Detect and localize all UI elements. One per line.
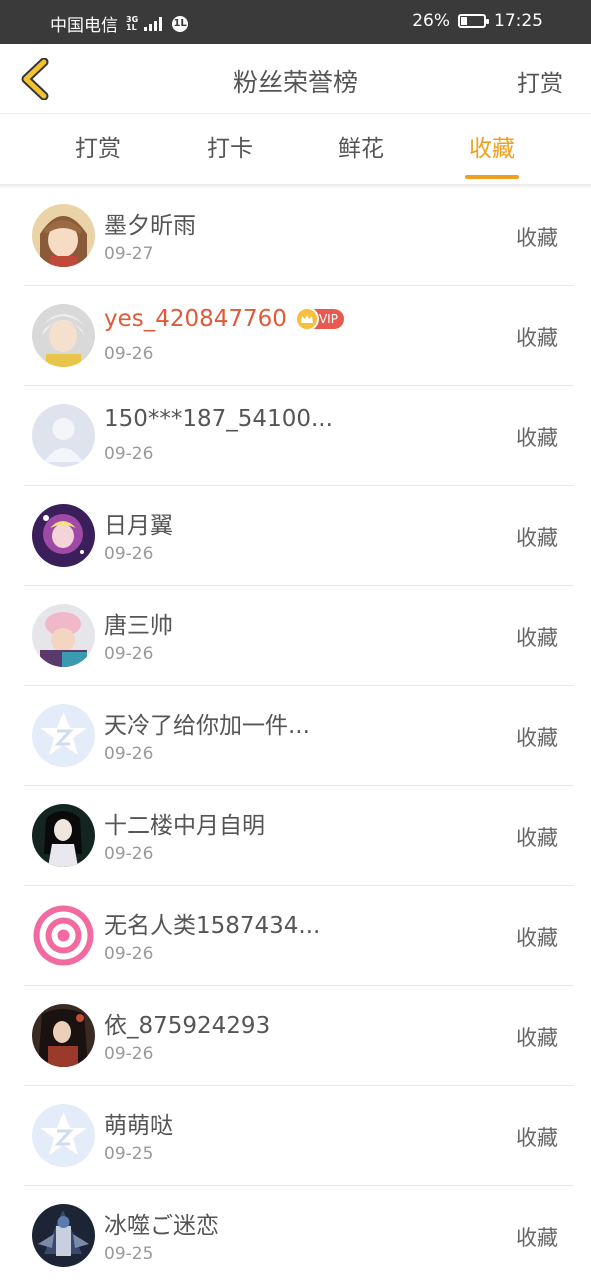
list-item[interactable]: 唐三帅 09-26 收藏 xyxy=(24,586,574,686)
list-item[interactable]: 冰噬ご迷恋 09-25 收藏 xyxy=(24,1186,574,1280)
avatar xyxy=(32,404,95,467)
avatar xyxy=(32,704,95,767)
list-item[interactable]: 日月翼 09-26 收藏 xyxy=(24,486,574,586)
fan-name: 萌萌哒 xyxy=(104,1113,173,1139)
list-item[interactable]: 墨夕昕雨 09-27 收藏 xyxy=(24,186,574,286)
tab-bar: 打赏 打卡 鲜花 收藏 xyxy=(0,114,591,184)
fan-date: 09-26 xyxy=(104,744,154,764)
tab-favorites[interactable]: 收藏 xyxy=(437,114,547,184)
vip-badge: VIP xyxy=(294,307,344,331)
fan-date: 09-26 xyxy=(104,544,154,564)
signal-icon xyxy=(144,16,163,31)
avatar xyxy=(32,204,95,267)
status-right: 26% 17:25 xyxy=(412,11,543,31)
battery-percent: 26% xyxy=(412,11,450,31)
action-label: 收藏 xyxy=(516,326,558,350)
fan-date: 09-25 xyxy=(104,1144,154,1164)
fan-date: 09-25 xyxy=(104,1244,154,1264)
avatar xyxy=(32,304,95,367)
action-label: 收藏 xyxy=(516,426,558,450)
hd-call-icon: 1L xyxy=(172,15,189,32)
tab-reward[interactable]: 打赏 xyxy=(43,114,153,184)
fan-date: 09-26 xyxy=(104,344,154,364)
carrier-label: 中国电信 xyxy=(50,16,118,36)
fan-name: 150***187_54100... xyxy=(104,406,333,432)
reward-button[interactable]: 打赏 xyxy=(517,64,563,98)
fan-name: 墨夕昕雨 xyxy=(104,213,196,239)
avatar xyxy=(32,804,95,867)
fan-name: 无名人类1587434... xyxy=(104,913,321,939)
avatar xyxy=(32,504,95,567)
fan-date: 09-26 xyxy=(104,844,154,864)
app-header: 粉丝荣誉榜 打赏 xyxy=(0,44,591,114)
fan-date: 09-26 xyxy=(104,944,154,964)
action-label: 收藏 xyxy=(516,1026,558,1050)
list-item[interactable]: yes_420847760 VIP 09-26 收藏 xyxy=(24,286,574,386)
avatar xyxy=(32,1104,95,1167)
tab-label: 收藏 xyxy=(469,136,515,162)
status-bar: 中国电信 3G 1L 1L 26% 17:25 xyxy=(0,0,591,44)
crown-icon xyxy=(294,307,319,331)
action-label: 收藏 xyxy=(516,1226,558,1250)
tab-label: 鲜花 xyxy=(338,136,384,162)
list-item[interactable]: 依_875924293 09-26 收藏 xyxy=(24,986,574,1086)
battery-icon xyxy=(458,14,489,28)
fan-list: 墨夕昕雨 09-27 收藏 yes_420847760 VIP 09-26 收藏 xyxy=(0,186,591,1280)
status-left: 中国电信 3G 1L 1L xyxy=(50,11,189,36)
avatar xyxy=(32,904,95,967)
vip-label: VIP xyxy=(318,312,338,326)
fan-date: 09-26 xyxy=(104,444,154,464)
avatar xyxy=(32,1004,95,1067)
action-label: 收藏 xyxy=(516,226,558,250)
default-star-avatar-icon xyxy=(32,704,95,767)
tab-checkin[interactable]: 打卡 xyxy=(175,114,285,184)
fan-date: 09-26 xyxy=(104,1044,154,1064)
active-tab-indicator xyxy=(465,175,519,179)
fan-date: 09-27 xyxy=(104,244,154,264)
fan-name: yes_420847760 VIP xyxy=(104,306,344,332)
fan-name: 十二楼中月自明 xyxy=(104,813,265,839)
action-label: 收藏 xyxy=(516,826,558,850)
fan-name: 天冷了给你加一件... xyxy=(104,713,310,739)
tab-label: 打赏 xyxy=(75,136,121,162)
action-label: 收藏 xyxy=(516,726,558,750)
fan-name: 日月翼 xyxy=(104,513,173,539)
action-label: 收藏 xyxy=(516,926,558,950)
battery-fill xyxy=(461,17,467,25)
default-avatar-icon xyxy=(32,404,95,467)
fan-date: 09-26 xyxy=(104,644,154,664)
network-type-bottom: 1L xyxy=(126,22,137,32)
clock: 17:25 xyxy=(494,11,543,31)
avatar xyxy=(32,1204,95,1267)
list-item[interactable]: 天冷了给你加一件... 09-26 收藏 xyxy=(24,686,574,786)
fan-name: 冰噬ご迷恋 xyxy=(104,1213,219,1239)
page-title: 粉丝荣誉榜 xyxy=(232,68,358,97)
fan-name: 唐三帅 xyxy=(104,613,173,639)
action-label: 收藏 xyxy=(516,1126,558,1150)
fan-name: 依_875924293 xyxy=(104,1013,271,1039)
action-label: 收藏 xyxy=(516,626,558,650)
network-type-icon: 3G 1L xyxy=(126,15,138,32)
action-label: 收藏 xyxy=(516,526,558,550)
list-item[interactable]: 无名人类1587434... 09-26 收藏 xyxy=(24,886,574,986)
default-star-avatar-icon xyxy=(32,1104,95,1167)
list-item[interactable]: 萌萌哒 09-25 收藏 xyxy=(24,1086,574,1186)
list-item[interactable]: 十二楼中月自明 09-26 收藏 xyxy=(24,786,574,886)
list-item[interactable]: 150***187_54100... 09-26 收藏 xyxy=(24,386,574,486)
avatar xyxy=(32,604,95,667)
tab-label: 打卡 xyxy=(207,136,253,162)
tab-flowers[interactable]: 鲜花 xyxy=(306,114,416,184)
